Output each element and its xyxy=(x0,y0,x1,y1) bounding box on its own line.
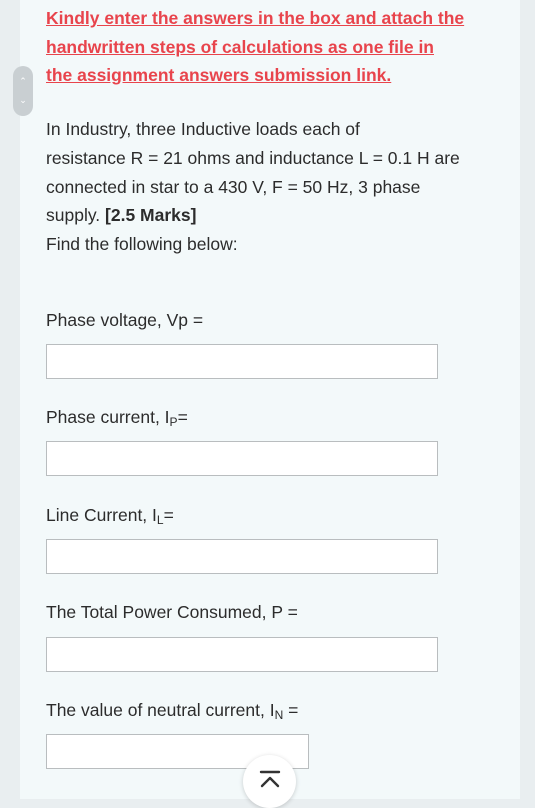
question-line: In Industry, three Inductive loads each … xyxy=(46,119,360,139)
side-scroller[interactable]: ⌃ ⌄ xyxy=(13,66,33,116)
notice-line: handwritten steps of calculations as one… xyxy=(46,36,434,57)
label-subscript: L xyxy=(156,513,164,527)
question-line: supply. [2.5 Marks] xyxy=(46,201,516,230)
question-line-text: supply. xyxy=(46,205,101,226)
chevron-down-icon[interactable]: ⌄ xyxy=(19,96,27,105)
submission-notice[interactable]: Kindly enter the answers in the box and … xyxy=(46,4,516,90)
notice-line: the assignment answers submission link. xyxy=(46,65,392,85)
chevron-up-icon[interactable]: ⌃ xyxy=(19,76,27,86)
phase-voltage-label: Phase voltage, Vp = xyxy=(46,310,204,330)
scroll-to-top-icon xyxy=(259,770,280,788)
line-current-input[interactable] xyxy=(46,539,438,574)
label-subscript: N xyxy=(274,708,284,722)
question-line: connected in star to a 430 V, F = 50 Hz,… xyxy=(46,176,421,197)
neutral-current-label: The value of neutral current, IN = xyxy=(46,699,298,721)
marks-badge: [2.5 Marks] xyxy=(105,205,197,226)
question-line: resistance R = 21 ohms and inductance L … xyxy=(46,147,460,168)
notice-line: Kindly enter the answers in the box and … xyxy=(46,8,465,28)
label-equals: = xyxy=(163,505,174,525)
phase-current-label: Phase current, IP= xyxy=(46,406,188,428)
phase-voltage-input[interactable] xyxy=(46,344,438,379)
label-text: The value of neutral current, I xyxy=(46,700,275,720)
line-current-label: Line Current, IL= xyxy=(46,504,174,526)
phase-current-input[interactable] xyxy=(46,441,438,476)
label-text: Line Current, I xyxy=(46,505,157,525)
scroll-to-top-button[interactable] xyxy=(243,755,296,808)
label-equals: = xyxy=(177,407,188,427)
question-text: In Industry, three Inductive loads each … xyxy=(46,115,516,259)
total-power-label: The Total Power Consumed, P = xyxy=(46,602,298,622)
label-subscript: P xyxy=(169,415,178,429)
label-equals: = xyxy=(283,700,299,720)
total-power-input[interactable] xyxy=(46,637,438,672)
label-text: Phase current, I xyxy=(46,407,170,427)
question-instruction: Find the following below: xyxy=(46,234,238,255)
